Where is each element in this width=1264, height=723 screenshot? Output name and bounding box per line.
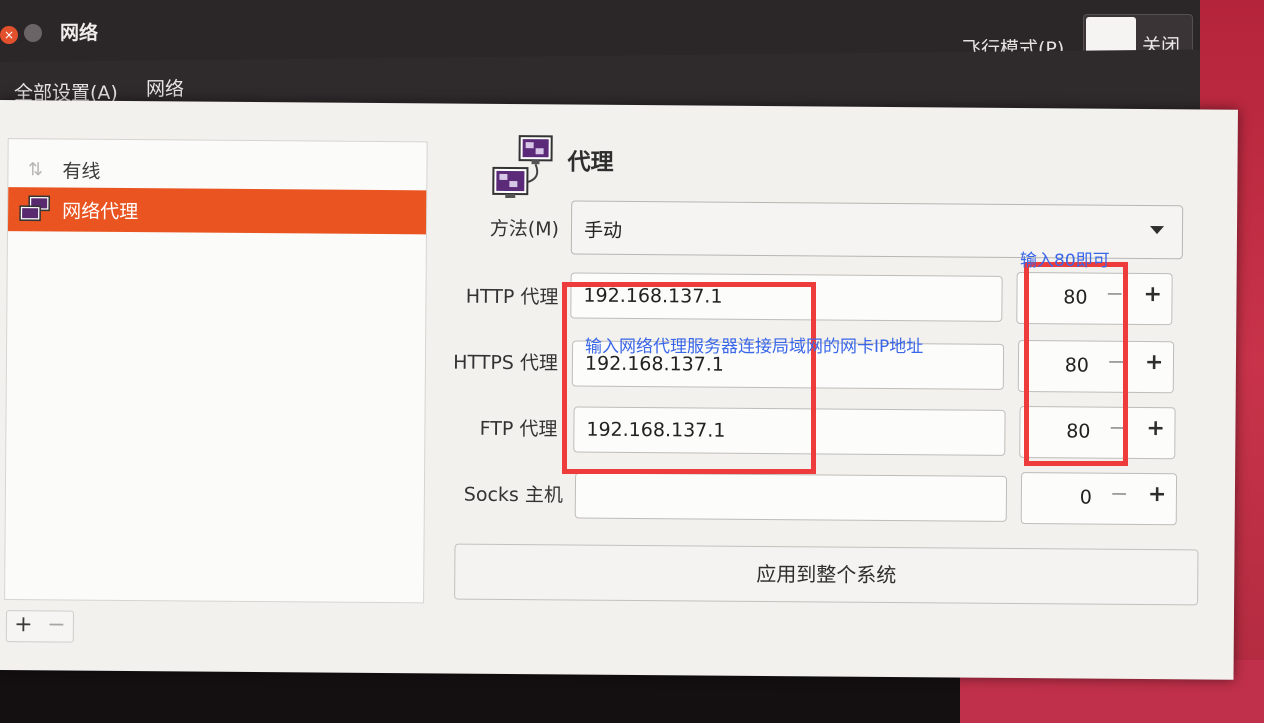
socks-host-input[interactable] <box>574 472 1008 522</box>
remove-button[interactable]: − <box>40 611 73 641</box>
proxy-icon <box>492 135 553 199</box>
method-value: 手动 <box>583 219 623 242</box>
decrement-button[interactable]: − <box>1110 482 1129 507</box>
port-annotation-box <box>1024 262 1128 466</box>
https-proxy-label: HTTPS 代理 <box>453 351 559 375</box>
socks-port-spinner[interactable]: 0 − + <box>1020 472 1178 526</box>
increment-button[interactable]: + <box>1143 282 1162 307</box>
host-annotation-note: 输入网络代理服务器连接局域网的网卡IP地址 <box>585 337 924 357</box>
sidebar-item-label: 有线 <box>62 159 101 183</box>
wired-icon: ⇅ <box>27 158 44 180</box>
proxy-title: 代理 <box>567 149 614 176</box>
minimize-window-button[interactable] <box>24 24 42 42</box>
socks-host-label: Socks 主机 <box>463 483 563 507</box>
ftp-proxy-label: FTP 代理 <box>479 417 558 441</box>
port-value[interactable]: 0 <box>1052 486 1092 508</box>
add-button[interactable]: + <box>7 611 40 641</box>
increment-button[interactable]: + <box>1146 416 1165 441</box>
network-proxy-icon <box>18 194 52 224</box>
chevron-down-icon <box>1149 226 1165 235</box>
http-proxy-label: HTTP 代理 <box>465 285 559 309</box>
host-annotation-box <box>562 282 816 474</box>
window-title: 网络 <box>60 22 99 44</box>
method-label: 方法(M) <box>489 217 560 241</box>
menu-network[interactable]: 网络 <box>146 74 184 101</box>
increment-button[interactable]: + <box>1148 482 1167 507</box>
close-window-button[interactable]: × <box>0 26 18 44</box>
increment-button[interactable]: + <box>1145 350 1164 375</box>
port-annotation-note: 输入80即可 <box>1020 251 1110 271</box>
sidebar-add-remove: + − <box>5 610 74 643</box>
sidebar-item-label: 网络代理 <box>62 199 139 223</box>
apply-system-wide-button[interactable]: 应用到整个系统 <box>454 543 1199 606</box>
